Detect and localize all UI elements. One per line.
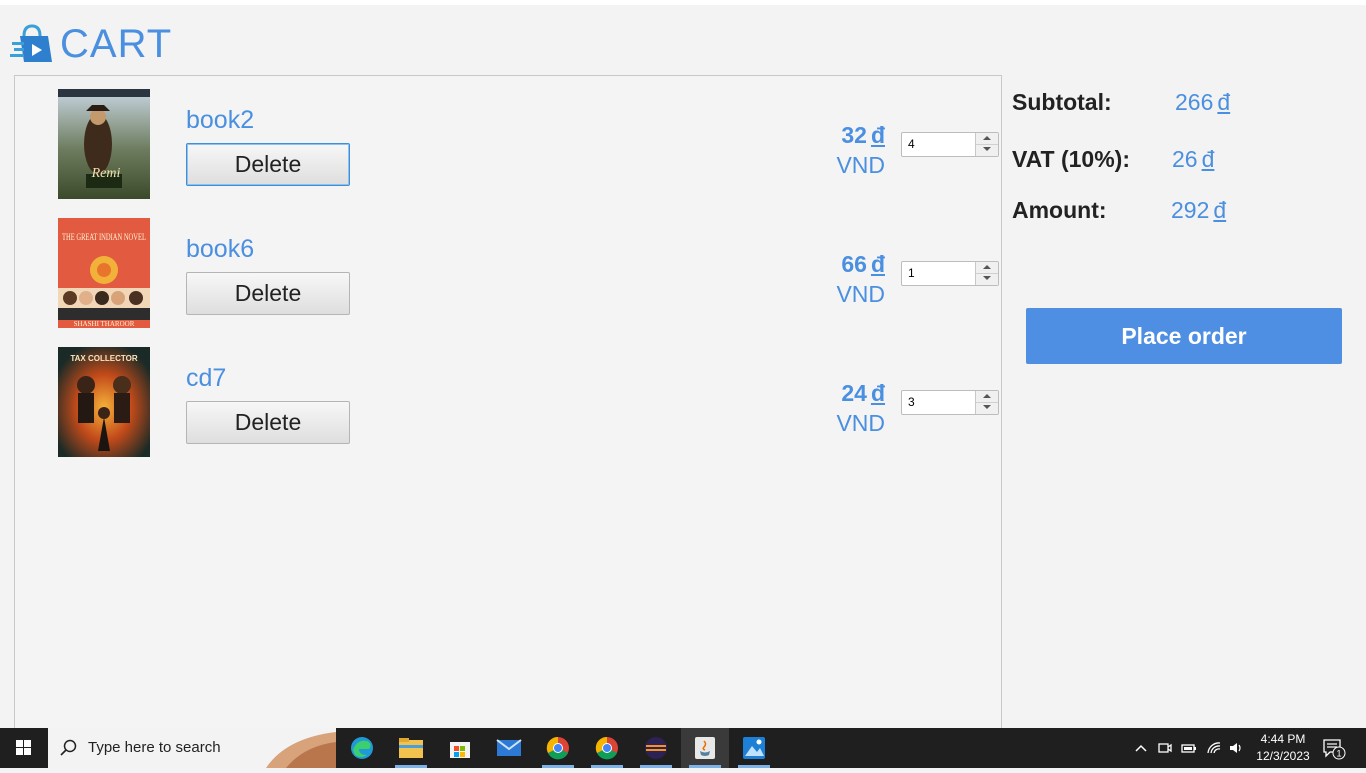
page-title: CART [60, 21, 173, 66]
item-name: book2 [186, 106, 255, 134]
cart-item: Remi book2 Delete 32 đ VND [15, 76, 1001, 199]
clock-date: 12/3/2023 [1256, 749, 1310, 763]
java-icon[interactable] [681, 728, 729, 768]
item-price: 66 đ [841, 251, 885, 277]
volume-icon[interactable] [1228, 740, 1244, 756]
clock-time: 4:44 PM [1260, 732, 1306, 746]
vat-value: 26 đ [1172, 146, 1215, 172]
edge-icon[interactable] [338, 728, 386, 768]
quantity-stepper[interactable] [901, 261, 999, 286]
search-icon [60, 739, 77, 756]
decrement-arrow-icon[interactable] [976, 402, 998, 413]
taskbar-clock[interactable]: 4:44 PM 12/3/2023 [1248, 731, 1318, 765]
quantity-input[interactable] [902, 391, 976, 412]
notification-count: 1 [1336, 749, 1341, 759]
quantity-input[interactable] [902, 262, 976, 283]
windows-start-icon[interactable] [0, 728, 48, 768]
cover-author-text: SHASHI THAROOR [74, 320, 135, 328]
meet-now-icon[interactable] [1157, 740, 1173, 756]
amount-value: 292 đ [1171, 197, 1227, 223]
cart-header: CART [10, 20, 172, 68]
taskbar-search-box[interactable]: Type here to search [48, 728, 336, 768]
decrement-arrow-icon[interactable] [976, 273, 998, 284]
cover-title-text: Remi [91, 166, 121, 181]
item-currency-unit: VND [836, 410, 885, 436]
decrement-arrow-icon[interactable] [976, 144, 998, 155]
wifi-icon[interactable] [1206, 740, 1222, 756]
item-name: book6 [186, 235, 255, 263]
place-order-button[interactable]: Place order [1026, 308, 1342, 364]
delete-button[interactable]: Delete [186, 401, 350, 444]
eclipse-icon[interactable] [632, 728, 680, 768]
chrome-icon[interactable] [583, 728, 631, 768]
chrome-icon[interactable] [534, 728, 582, 768]
subtotal-value: 266 đ [1175, 89, 1231, 115]
item-currency-unit: VND [836, 152, 885, 178]
cover-title-text: THE GREAT INDIAN NOVEL [62, 232, 146, 242]
quantity-input[interactable] [902, 133, 976, 154]
delete-button[interactable]: Delete [186, 272, 350, 315]
cover-title-text: TAX COLLECTOR [70, 354, 137, 363]
file-explorer-icon[interactable] [387, 728, 435, 768]
cart-items-panel: Remi book2 Delete 32đ VND THE GREAT INDI… [14, 75, 1002, 736]
mail-icon[interactable] [485, 728, 533, 768]
cart-item: TAX COLLECTOR cd7 Delete 24 đ VND [15, 334, 1001, 457]
cart-item: THE GREAT INDIAN NOVEL SHASHI THAROOR bo… [15, 205, 1001, 328]
delete-button[interactable]: Delete [186, 143, 350, 186]
search-placeholder: Type here to search [88, 739, 221, 756]
amount-label: Amount: [1012, 197, 1107, 223]
taskbar: Type here to search 4:44 PM 12/3/2023 1 [0, 728, 1366, 768]
notification-icon[interactable]: 1 [1322, 738, 1346, 765]
microsoft-store-icon[interactable] [436, 728, 484, 768]
battery-icon[interactable] [1181, 740, 1197, 756]
item-currency-unit: VND [836, 281, 885, 307]
subtotal-label: Subtotal: [1012, 89, 1112, 115]
item-cover-image: THE GREAT INDIAN NOVEL SHASHI THAROOR [58, 218, 150, 328]
item-cover-image: TAX COLLECTOR [58, 347, 150, 457]
search-highlight-image [266, 732, 336, 768]
quantity-stepper[interactable] [901, 132, 999, 157]
shopping-bag-icon [10, 24, 52, 62]
quantity-stepper[interactable] [901, 390, 999, 415]
item-cover-image: Remi [58, 89, 150, 199]
photos-icon[interactable] [730, 728, 778, 768]
item-price: 32 đ [841, 122, 885, 148]
item-price: 24 đ [841, 380, 885, 406]
item-name: cd7 [186, 364, 227, 392]
chevron-up-icon[interactable] [1133, 740, 1149, 756]
window-top-edge [0, 0, 1366, 5]
vat-label: VAT (10%): [1012, 146, 1130, 172]
